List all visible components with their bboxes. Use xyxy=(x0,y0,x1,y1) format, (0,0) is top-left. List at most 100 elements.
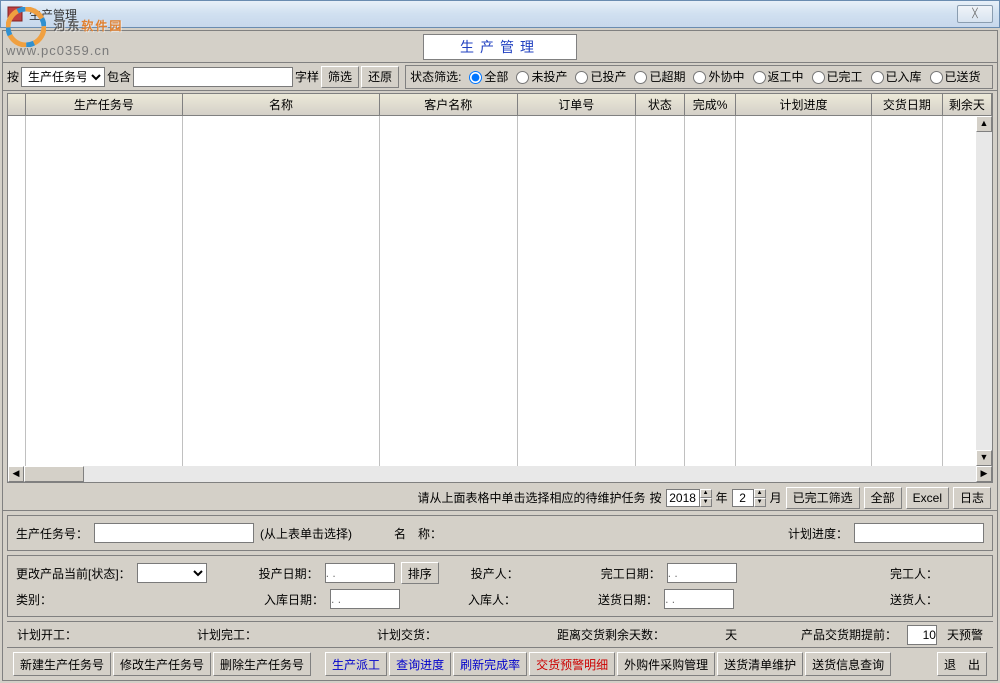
category-label: 类别： xyxy=(16,591,52,608)
restore-button[interactable]: 还原 xyxy=(361,66,399,88)
status-filter-group: 状态筛选: 全部 未投产 已投产 已超期 外协中 返工中 已完工 已入库 已送货 xyxy=(405,65,993,89)
scroll-thumb[interactable] xyxy=(24,466,84,482)
month-down-icon[interactable]: ▼ xyxy=(754,498,766,507)
col-name[interactable]: 名称 xyxy=(183,94,380,115)
month-up-icon[interactable]: ▲ xyxy=(754,489,766,498)
close-button[interactable]: ╳ xyxy=(957,5,993,23)
plan-row: 计划开工： 计划完工： 计划交货： 距离交货剩余天数： 天 产品交货期提前： 天… xyxy=(7,621,993,647)
scroll-down-icon[interactable]: ▼ xyxy=(976,450,992,466)
page-title: 生产管理 xyxy=(423,34,577,60)
hint-text: 请从上面表格中单击选择相应的待维护任务 xyxy=(418,489,646,506)
status-panel: 更改产品当前[状态]： 投产日期： 排序 投产人： 完工日期： 完工人： 类别：… xyxy=(7,555,993,617)
indate-label: 入库日期： xyxy=(264,591,324,608)
warn-detail-button[interactable]: 交货预警明细 xyxy=(529,652,615,676)
col-handle[interactable] xyxy=(8,94,26,115)
warn-label: 产品交货期提前： xyxy=(801,626,897,643)
status-select[interactable] xyxy=(137,563,207,583)
year-input[interactable] xyxy=(666,489,700,507)
col-customer[interactable]: 客户名称 xyxy=(380,94,518,115)
plandone-label: 计划完工： xyxy=(197,626,257,643)
sort-button[interactable]: 排序 xyxy=(401,562,439,584)
doner-label: 完工人： xyxy=(890,565,938,582)
mid-toolbar: 请从上面表格中单击选择相应的待维护任务 按 ▲▼ 年 ▲▼ 月 已完工筛选 全部… xyxy=(3,485,997,511)
col-order[interactable]: 订单号 xyxy=(518,94,636,115)
header: 生产管理 xyxy=(3,31,997,63)
year-down-icon[interactable]: ▼ xyxy=(700,498,712,507)
app-icon xyxy=(7,6,23,22)
shipquery-button[interactable]: 送货信息查询 xyxy=(805,652,891,676)
col-pct[interactable]: 完成% xyxy=(685,94,736,115)
remain-label: 距离交货剩余天数： xyxy=(557,626,665,643)
purchase-button[interactable]: 外购件采购管理 xyxy=(617,652,715,676)
scroll-right-icon[interactable]: ▶ xyxy=(976,466,992,482)
done-filter-button[interactable]: 已完工筛选 xyxy=(786,487,860,509)
new-task-button[interactable]: 新建生产任务号 xyxy=(13,652,111,676)
shipper-label: 送货人： xyxy=(890,591,938,608)
task-grid[interactable]: 生产任务号 名称 客户名称 订单号 状态 完成% 计划进度 交货日期 剩余天 ▲… xyxy=(7,93,993,483)
detail-panel: 生产任务号： (从上表单击选择) 名 称： 计划进度： xyxy=(7,515,993,551)
h-scrollbar[interactable]: ◀ ▶ xyxy=(8,466,992,482)
planprog-field[interactable] xyxy=(854,523,984,543)
shiplist-button[interactable]: 送货清单维护 xyxy=(717,652,803,676)
radio-started[interactable]: 已投产 xyxy=(569,68,626,85)
filter-button[interactable]: 筛选 xyxy=(321,66,359,88)
month-input[interactable] xyxy=(732,489,754,507)
radio-rework[interactable]: 返工中 xyxy=(747,68,804,85)
col-planprog[interactable]: 计划进度 xyxy=(736,94,872,115)
startdate-field[interactable] xyxy=(325,563,395,583)
warn-days-field[interactable] xyxy=(907,625,937,645)
donedate-field[interactable] xyxy=(667,563,737,583)
edit-task-button[interactable]: 修改生产任务号 xyxy=(113,652,211,676)
year-spinner[interactable]: ▲▼ xyxy=(666,489,712,507)
scroll-left-icon[interactable]: ◀ xyxy=(8,466,24,482)
scroll-up-icon[interactable]: ▲ xyxy=(976,116,992,132)
radio-all[interactable]: 全部 xyxy=(463,68,508,85)
radio-notstart[interactable]: 未投产 xyxy=(510,68,567,85)
radio-done[interactable]: 已完工 xyxy=(806,68,863,85)
planprog-label: 计划进度： xyxy=(788,525,848,542)
shipdate-field[interactable] xyxy=(664,589,734,609)
radio-outsource[interactable]: 外协中 xyxy=(687,68,744,85)
col-remain[interactable]: 剩余天 xyxy=(943,94,992,115)
excel-button[interactable]: Excel xyxy=(906,487,949,509)
exit-button[interactable]: 退 出 xyxy=(937,652,987,676)
delete-task-button[interactable]: 删除生产任务号 xyxy=(213,652,311,676)
pick-hint: (从上表单击选择) xyxy=(260,525,352,542)
col-shipdate[interactable]: 交货日期 xyxy=(872,94,943,115)
warn-unit: 天预警 xyxy=(947,626,983,643)
filter-field-select[interactable]: 生产任务号 xyxy=(21,67,105,87)
inner-label: 入库人： xyxy=(468,591,516,608)
log-button[interactable]: 日志 xyxy=(953,487,991,509)
radio-overdue[interactable]: 已超期 xyxy=(628,68,685,85)
refresh-button[interactable]: 刷新完成率 xyxy=(453,652,527,676)
radio-stored[interactable]: 已入库 xyxy=(865,68,922,85)
title-bar: 生产管理 ╳ xyxy=(0,0,1000,28)
donedate-label: 完工日期： xyxy=(601,565,661,582)
status-legend: 状态筛选: xyxy=(410,68,461,85)
planstart-label: 计划开工： xyxy=(17,626,77,643)
dispatch-button[interactable]: 生产派工 xyxy=(325,652,387,676)
grid-body[interactable] xyxy=(8,116,992,466)
planship-label: 计划交货： xyxy=(377,626,437,643)
filter-by-label: 按 xyxy=(7,68,19,85)
grid-header: 生产任务号 名称 客户名称 订单号 状态 完成% 计划进度 交货日期 剩余天 xyxy=(8,94,992,116)
all-button[interactable]: 全部 xyxy=(864,487,902,509)
taskno-field[interactable] xyxy=(94,523,254,543)
sample-label: 字样 xyxy=(295,68,319,85)
starter-label: 投产人： xyxy=(471,565,519,582)
v-scrollbar[interactable]: ▲ ▼ xyxy=(976,116,992,466)
month-spinner[interactable]: ▲▼ xyxy=(732,489,766,507)
col-taskno[interactable]: 生产任务号 xyxy=(26,94,183,115)
filter-bar: 按 生产任务号 包含 字样 筛选 还原 状态筛选: 全部 未投产 已投产 已超期… xyxy=(3,63,997,91)
query-progress-button[interactable]: 查询进度 xyxy=(389,652,451,676)
action-toolbar: 新建生产任务号 修改生产任务号 删除生产任务号 生产派工 查询进度 刷新完成率 … xyxy=(7,647,993,680)
indate-field[interactable] xyxy=(330,589,400,609)
name-label: 名 称： xyxy=(394,525,442,542)
filter-text-input[interactable] xyxy=(133,67,293,87)
status-change-label: 更改产品当前[状态]： xyxy=(16,565,131,582)
col-status[interactable]: 状态 xyxy=(636,94,685,115)
mid-by: 按 xyxy=(650,489,662,506)
window-title: 生产管理 xyxy=(29,6,77,23)
radio-shipped[interactable]: 已送货 xyxy=(924,68,981,85)
year-up-icon[interactable]: ▲ xyxy=(700,489,712,498)
